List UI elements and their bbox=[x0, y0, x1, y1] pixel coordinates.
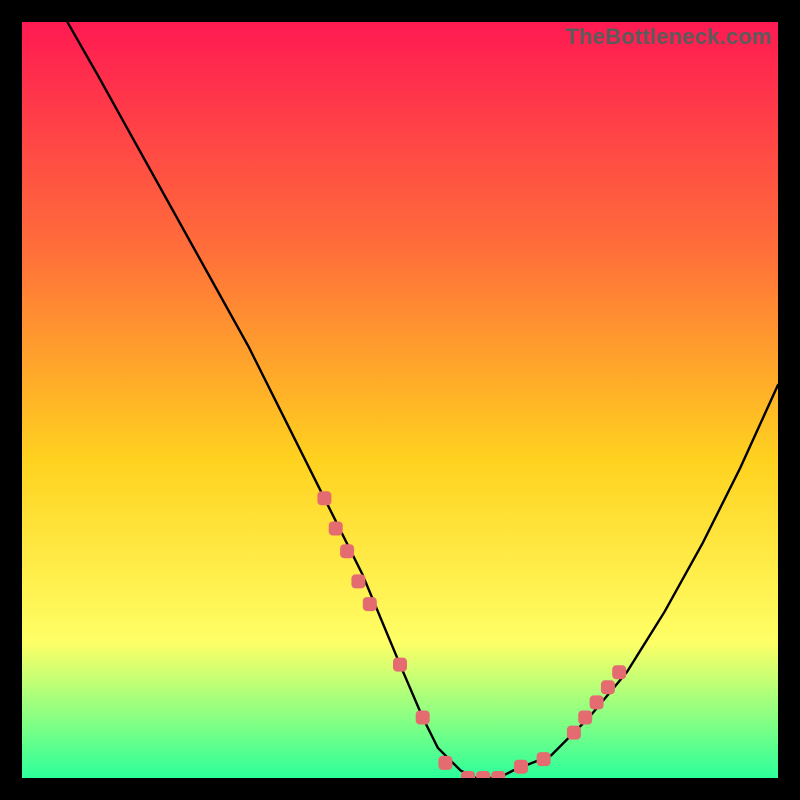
bottleneck-chart bbox=[22, 22, 778, 778]
watermark-label: TheBottleneck.com bbox=[566, 24, 772, 50]
data-marker bbox=[537, 752, 551, 766]
data-marker bbox=[416, 711, 430, 725]
data-marker bbox=[363, 597, 377, 611]
chart-frame: TheBottleneck.com bbox=[22, 22, 778, 778]
data-marker bbox=[514, 760, 528, 774]
data-marker bbox=[590, 695, 604, 709]
data-marker bbox=[601, 680, 615, 694]
data-marker bbox=[393, 658, 407, 672]
data-marker bbox=[491, 771, 505, 778]
data-marker bbox=[351, 574, 365, 588]
data-marker bbox=[438, 756, 452, 770]
data-marker bbox=[476, 771, 490, 778]
data-marker bbox=[329, 522, 343, 536]
data-marker bbox=[340, 544, 354, 558]
data-marker bbox=[317, 491, 331, 505]
data-marker bbox=[612, 665, 626, 679]
data-marker bbox=[567, 726, 581, 740]
data-marker bbox=[461, 771, 475, 778]
data-marker bbox=[578, 711, 592, 725]
